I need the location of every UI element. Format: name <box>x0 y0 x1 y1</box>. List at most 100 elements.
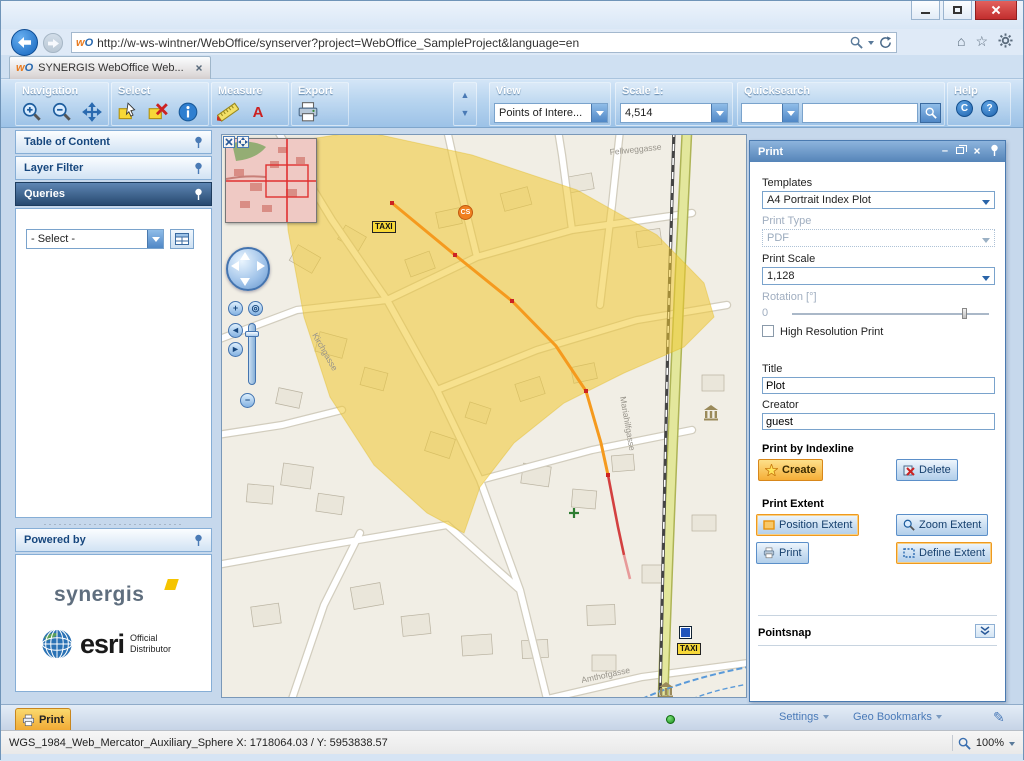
quicksearch-button[interactable] <box>920 103 941 123</box>
pin-icon[interactable] <box>194 534 203 547</box>
high-resolution-checkbox[interactable] <box>762 325 774 337</box>
overview-close-button[interactable] <box>223 136 235 148</box>
sidebar-item-layer-filter[interactable]: Layer Filter <box>15 156 212 180</box>
window-maximize-button[interactable] <box>943 1 972 20</box>
zoom-slider-handle[interactable] <box>245 331 259 337</box>
map-viewport[interactable]: Kirchgasse Fellweggasse Amthofgasse Mari… <box>221 134 747 698</box>
contact-help-button[interactable]: C <box>956 100 973 117</box>
zoom-extent-button[interactable]: Zoom Extent <box>896 514 988 536</box>
address-bar[interactable]: wO http://w-ws-wintner/WebOffice/synserv… <box>71 32 897 53</box>
view-dropdown-caret[interactable] <box>591 104 607 122</box>
zoom-in-tool-button[interactable] <box>20 100 44 124</box>
dropdown-caret-icon <box>982 238 990 247</box>
pointsnap-section-label[interactable]: Pointsnap <box>758 627 811 639</box>
zoom-out-tool-button[interactable] <box>50 100 74 124</box>
rotation-slider-handle[interactable] <box>962 308 967 319</box>
delete-button[interactable]: Delete <box>896 459 958 481</box>
previous-extent-button[interactable]: ◄ <box>228 323 243 338</box>
scale-dropdown[interactable]: 4,514 <box>620 103 728 123</box>
ruler-icon <box>217 101 239 123</box>
panel-close-icon[interactable] <box>974 147 981 154</box>
query-table-button[interactable] <box>170 229 194 249</box>
back-arrow-icon <box>18 37 31 48</box>
zoom-in-icon <box>21 101 43 123</box>
sidebar-item-powered-by[interactable]: Powered by <box>15 528 212 552</box>
next-extent-button[interactable]: ► <box>228 342 243 357</box>
zoom-out-button[interactable]: − <box>240 393 255 408</box>
back-button[interactable] <box>11 29 38 56</box>
zoom-control[interactable]: 100% <box>952 731 1015 755</box>
identify-tool-button[interactable] <box>176 100 200 124</box>
status-ok-indicator <box>666 715 675 724</box>
full-extent-button[interactable]: ◎ <box>248 301 263 316</box>
rotation-slider[interactable] <box>792 313 989 315</box>
pin-icon[interactable] <box>990 144 999 157</box>
print-button[interactable]: Print <box>756 542 809 564</box>
print-panel-header[interactable]: Print – <box>750 141 1005 162</box>
creator-input[interactable] <box>762 413 995 430</box>
close-x-icon <box>225 138 233 146</box>
quicksearch-input[interactable] <box>802 103 918 123</box>
tab-close-icon[interactable] <box>196 65 203 72</box>
pan-north-icon[interactable] <box>240 252 250 260</box>
toolbar-scroll-down-button[interactable]: ▼ <box>455 105 475 122</box>
query-select-dropdown[interactable]: - Select - <box>26 229 164 249</box>
sidebar-resize-handle[interactable]: ···························· <box>15 520 212 528</box>
favorites-star-icon[interactable]: ☆ <box>975 34 988 48</box>
sidebar-item-table-of-content[interactable]: Table of Content <box>15 130 212 154</box>
zoom-level-value[interactable]: 100% <box>976 737 1004 749</box>
zoom-magnifier-icon <box>958 737 971 750</box>
pan-south-icon[interactable] <box>240 278 250 286</box>
pan-east-icon[interactable] <box>257 261 265 271</box>
title-input[interactable] <box>762 377 995 394</box>
refresh-icon[interactable] <box>879 36 892 49</box>
pan-compass-control[interactable] <box>226 247 270 291</box>
define-extent-button[interactable]: Define Extent <box>896 542 992 564</box>
print-tab[interactable]: Print <box>15 708 71 731</box>
geo-bookmarks-menu[interactable]: Geo Bookmarks <box>853 711 942 723</box>
pin-icon[interactable] <box>194 136 203 149</box>
forward-button[interactable] <box>43 33 63 53</box>
position-extent-button[interactable]: Position Extent <box>756 514 859 536</box>
url-text[interactable]: http://w-ws-wintner/WebOffice/synserver?… <box>97 36 846 50</box>
panel-float-icon[interactable] <box>956 147 964 154</box>
search-icon[interactable] <box>850 36 863 49</box>
clear-selection-tool-button[interactable] <box>146 100 170 124</box>
pin-icon[interactable] <box>194 188 203 201</box>
window-close-button[interactable] <box>975 1 1017 20</box>
query-select-caret[interactable] <box>147 230 163 248</box>
browser-tab[interactable]: wO SYNERGIS WebOffice Web... <box>9 56 211 79</box>
print-export-tool-button[interactable] <box>296 100 320 124</box>
sidebar-item-queries[interactable]: Queries <box>15 182 212 206</box>
text-annotation-tool-button[interactable]: A <box>246 100 270 124</box>
pan-tool-button[interactable] <box>80 100 104 124</box>
create-button[interactable]: Create <box>758 459 823 481</box>
settings-menu[interactable]: Settings <box>779 711 829 723</box>
toolbar-scroll-up-button[interactable]: ▲ <box>455 87 475 104</box>
search-options-caret[interactable] <box>868 41 874 48</box>
view-dropdown[interactable]: Points of Intere... <box>494 103 608 123</box>
select-tool-button[interactable] <box>116 100 140 124</box>
home-icon[interactable]: ⌂ <box>957 34 965 48</box>
pointsnap-expand-button[interactable] <box>975 624 995 638</box>
quicksearch-dropdown-caret[interactable] <box>782 104 798 122</box>
zoom-in-button[interactable]: + <box>228 301 243 316</box>
toolbar-section-view: View Points of Intere... <box>489 82 611 126</box>
site-favicon: wO <box>76 37 93 49</box>
question-help-button[interactable]: ? <box>981 100 998 117</box>
overview-map[interactable] <box>225 138 317 223</box>
browser-tabbar: wO SYNERGIS WebOffice Web... <box>1 55 1023 79</box>
zoom-caret-icon[interactable] <box>1009 742 1015 749</box>
overview-move-button[interactable] <box>237 136 249 148</box>
pin-icon[interactable] <box>194 162 203 175</box>
gear-icon[interactable] <box>998 33 1013 48</box>
scale-dropdown-caret[interactable] <box>711 104 727 122</box>
edit-pencil-icon[interactable]: ✎ <box>993 709 1005 726</box>
pan-west-icon[interactable] <box>231 261 239 271</box>
print-scale-dropdown[interactable]: 1,128 <box>762 267 995 285</box>
window-minimize-button[interactable] <box>911 1 940 20</box>
measure-distance-tool-button[interactable] <box>216 100 240 124</box>
panel-minimize-icon[interactable]: – <box>942 145 948 157</box>
templates-dropdown[interactable]: A4 Portrait Index Plot <box>762 191 995 209</box>
quicksearch-category-dropdown[interactable] <box>741 103 799 123</box>
